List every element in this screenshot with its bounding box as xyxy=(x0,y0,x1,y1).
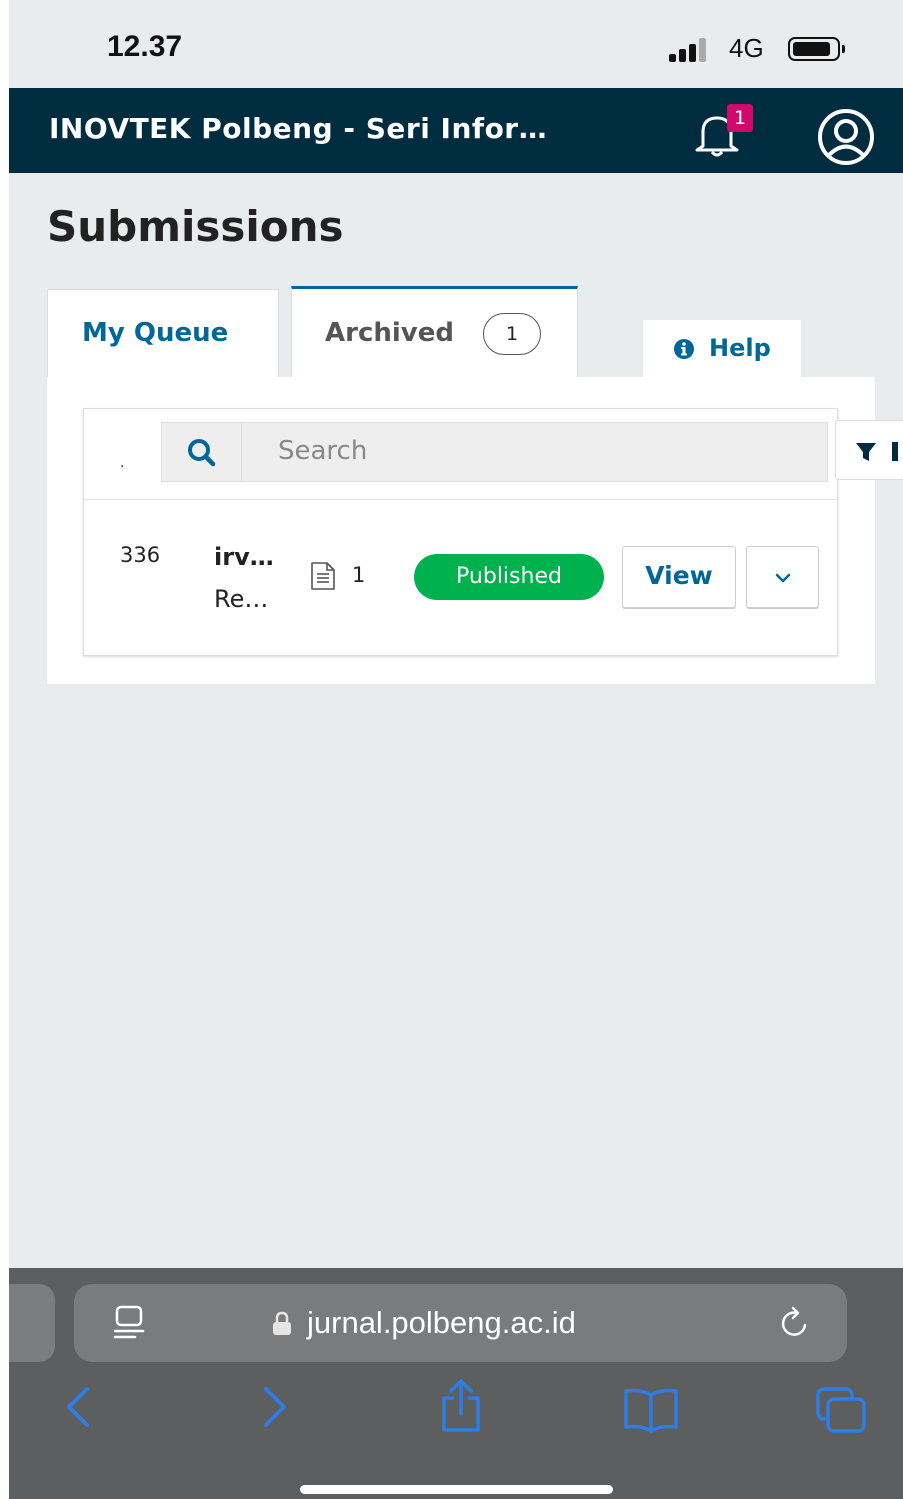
view-button-label: View xyxy=(645,561,713,590)
search-button[interactable] xyxy=(162,423,242,481)
browser-toolbar: jurnal.polbeng.ac.id xyxy=(9,1268,903,1499)
lock-icon xyxy=(273,1311,291,1335)
list-panel-header: . Search xyxy=(84,409,839,500)
battery-icon xyxy=(788,37,845,61)
expand-row-button[interactable] xyxy=(746,546,819,608)
submission-id: 336 xyxy=(120,543,161,567)
tab-my-queue[interactable]: My Queue xyxy=(47,289,279,377)
archived-count-badge: 1 xyxy=(483,313,541,355)
search-icon xyxy=(188,439,216,467)
status-badge: Published xyxy=(414,554,604,600)
share-icon[interactable] xyxy=(436,1378,486,1434)
reader-mode-icon[interactable] xyxy=(110,1304,150,1344)
reload-icon[interactable] xyxy=(776,1303,816,1343)
chevron-down-icon xyxy=(775,573,791,583)
forward-icon[interactable] xyxy=(254,1383,294,1433)
info-icon xyxy=(674,339,694,359)
notification-badge: 1 xyxy=(727,104,753,132)
file-icon xyxy=(311,562,335,590)
search-input[interactable]: Search xyxy=(161,422,828,482)
tab-archived-label: Archived xyxy=(325,318,454,348)
tab-my-queue-label: My Queue xyxy=(82,318,229,348)
submission-title: Re… xyxy=(214,585,269,613)
previous-tab-peek[interactable] xyxy=(9,1284,55,1362)
file-count: 1 xyxy=(352,563,366,587)
list-header-mark: . xyxy=(120,455,125,471)
signal-icon xyxy=(669,38,711,62)
journal-title[interactable]: INOVTEK Polbeng - Seri Infor… xyxy=(49,112,547,145)
url-text: jurnal.polbeng.ac.id xyxy=(307,1305,576,1340)
help-button[interactable]: Help xyxy=(643,320,801,378)
tab-archived[interactable]: Archived 1 xyxy=(291,286,578,377)
network-type: 4G xyxy=(729,33,764,63)
help-label: Help xyxy=(709,334,771,362)
app-header: INOVTEK Polbeng - Seri Infor… 1 xyxy=(9,88,903,173)
filter-button[interactable] xyxy=(835,420,903,480)
phone-screen: 12.37 4G INOVTEK Polbeng - Seri Infor… 1… xyxy=(9,0,903,1499)
bookmarks-icon[interactable] xyxy=(621,1385,681,1435)
home-indicator[interactable] xyxy=(300,1485,613,1494)
view-button[interactable]: View xyxy=(622,546,736,608)
status-time: 12.37 xyxy=(107,30,183,63)
submission-author: irv… xyxy=(214,543,274,571)
page-title: Submissions xyxy=(47,202,344,251)
search-placeholder: Search xyxy=(278,436,368,466)
user-account-icon[interactable] xyxy=(817,108,875,166)
submissions-list-panel: . Search xyxy=(83,408,839,656)
tabs-icon[interactable] xyxy=(814,1385,870,1435)
address-bar[interactable]: jurnal.polbeng.ac.id xyxy=(74,1284,847,1362)
filter-icon xyxy=(856,442,898,461)
status-bar: 12.37 4G xyxy=(9,0,903,88)
back-icon[interactable] xyxy=(59,1383,99,1433)
